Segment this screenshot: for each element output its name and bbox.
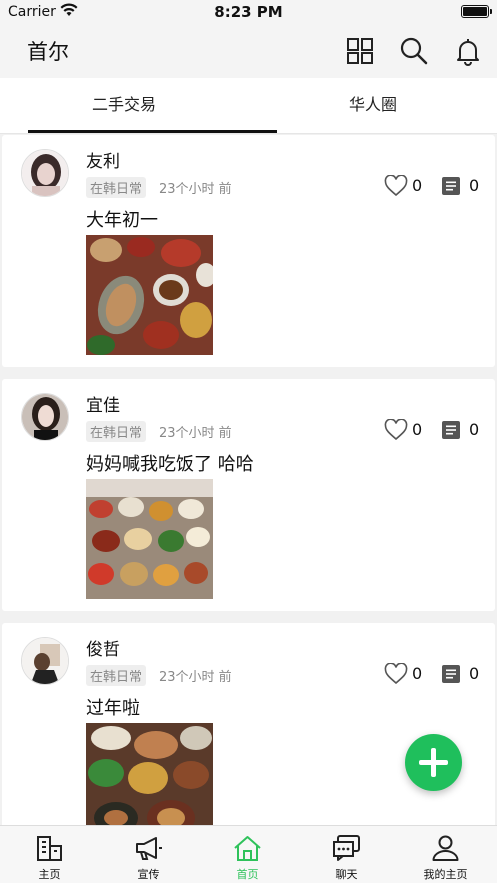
category-tabs: 二手交易 华人圈 bbox=[0, 78, 497, 134]
post-time: 23个小时 前 bbox=[159, 670, 232, 685]
post-text: 妈妈喊我吃饭了 哈哈 bbox=[86, 454, 254, 475]
tabbar-item-profile[interactable]: 我的主页 bbox=[396, 826, 495, 883]
heart-icon[interactable] bbox=[384, 663, 408, 685]
tabbar-item-promote[interactable]: 宣传 bbox=[99, 826, 198, 883]
post-photo[interactable] bbox=[86, 723, 213, 825]
city-title[interactable]: 首尔 bbox=[27, 36, 69, 66]
category-tag: 在韩日常 bbox=[86, 177, 147, 198]
battery-icon bbox=[461, 5, 492, 18]
comment-count: 0 bbox=[469, 664, 480, 683]
tabbar-label: 首页 bbox=[236, 868, 259, 881]
post-card[interactable]: 友利 在韩日常 23个小时 前 0 0 大年初一 bbox=[2, 135, 495, 367]
avatar[interactable] bbox=[21, 637, 69, 685]
comment-icon[interactable] bbox=[442, 665, 460, 683]
comment-icon[interactable] bbox=[442, 177, 460, 195]
tab-second-hand[interactable]: 二手交易 bbox=[0, 78, 248, 134]
megaphone-icon bbox=[136, 837, 162, 860]
comment-count: 0 bbox=[469, 176, 480, 195]
post-photo[interactable] bbox=[86, 479, 213, 599]
like-count: 0 bbox=[412, 420, 423, 439]
post-time: 23个小时 前 bbox=[159, 182, 232, 197]
heart-icon[interactable] bbox=[384, 419, 408, 441]
post-card[interactable]: 俊哲 在韩日常 23个小时 前 0 0 过年啦 bbox=[2, 623, 495, 825]
post-text: 过年啦 bbox=[86, 698, 140, 719]
category-tag: 在韩日常 bbox=[86, 665, 147, 686]
tabbar-label: 宣传 bbox=[137, 868, 160, 881]
building-icon bbox=[37, 836, 62, 861]
comment-count: 0 bbox=[469, 420, 480, 439]
like-count: 0 bbox=[412, 664, 423, 683]
chat-icon bbox=[333, 835, 360, 861]
category-tag: 在韩日常 bbox=[86, 421, 147, 442]
heart-icon[interactable] bbox=[384, 175, 408, 197]
post-card[interactable]: 宜佳 在韩日常 23个小时 前 0 0 妈妈喊我吃饭了 哈哈 bbox=[2, 379, 495, 611]
status-bar: Carrier 8:23 PM bbox=[0, 0, 497, 24]
post-text: 大年初一 bbox=[86, 210, 158, 231]
post-photo[interactable] bbox=[86, 235, 213, 355]
tabbar-item-main[interactable]: 主页 bbox=[0, 826, 99, 883]
header: 首尔 bbox=[0, 24, 497, 78]
bottom-tab-bar: 主页 宣传 首页 聊天 我的主页 bbox=[0, 825, 497, 883]
bell-icon[interactable] bbox=[453, 36, 483, 66]
username[interactable]: 宜佳 bbox=[86, 391, 120, 416]
tabbar-label: 我的主页 bbox=[423, 868, 468, 881]
username[interactable]: 俊哲 bbox=[86, 635, 120, 660]
home-icon bbox=[234, 836, 261, 861]
grid-icon[interactable] bbox=[345, 36, 375, 66]
tabbar-label: 聊天 bbox=[335, 868, 358, 881]
tabbar-label: 主页 bbox=[38, 868, 61, 881]
active-tab-indicator bbox=[28, 130, 277, 133]
tab-chinese-circle[interactable]: 华人圈 bbox=[249, 78, 497, 134]
comment-icon[interactable] bbox=[442, 421, 460, 439]
new-post-button[interactable] bbox=[405, 734, 462, 791]
tabbar-item-home[interactable]: 首页 bbox=[198, 826, 297, 883]
clock: 8:23 PM bbox=[214, 3, 283, 21]
avatar[interactable] bbox=[21, 149, 69, 197]
like-count: 0 bbox=[412, 176, 423, 195]
avatar[interactable] bbox=[21, 393, 69, 441]
post-time: 23个小时 前 bbox=[159, 426, 232, 441]
post-feed[interactable]: 友利 在韩日常 23个小时 前 0 0 大年初一 宜佳 在韩日常 23个小时 前… bbox=[0, 135, 497, 825]
search-icon[interactable] bbox=[399, 36, 429, 66]
username[interactable]: 友利 bbox=[86, 147, 120, 172]
user-icon bbox=[432, 835, 459, 861]
tabbar-item-chat[interactable]: 聊天 bbox=[297, 826, 396, 883]
